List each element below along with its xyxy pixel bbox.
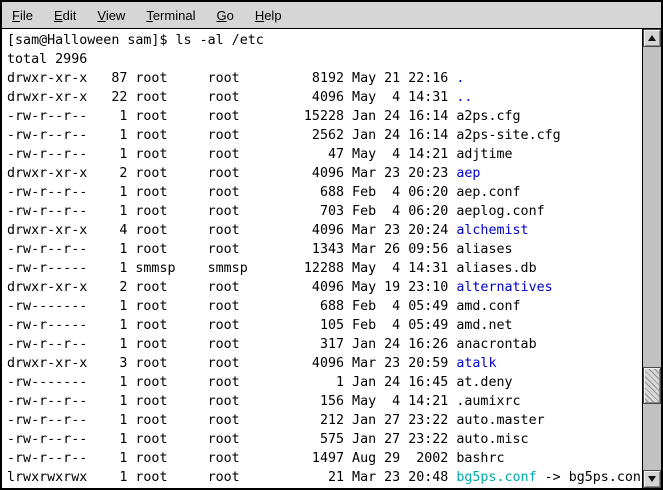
file-name: . [456, 71, 464, 86]
terminal-line: -rw------- 1 root root 688 Feb 4 05:49 a… [7, 297, 642, 316]
file-name: aeplog.conf [456, 204, 544, 219]
scrollbar-thumb[interactable] [643, 367, 661, 404]
terminal-line: -rw-r----- 1 smmsp smmsp 12288 May 4 14:… [7, 259, 642, 278]
terminal-line: -rw-r--r-- 1 root root 15228 Jan 24 16:1… [7, 107, 642, 126]
file-meta: -rw-r--r-- 1 root root 575 Jan 27 23:22 [7, 432, 456, 447]
terminal-line: drwxr-xr-x 3 root root 4096 Mar 23 20:59… [7, 354, 642, 373]
file-name: atalk [456, 356, 496, 371]
file-name: amd.conf [456, 299, 520, 314]
menu-bar: File Edit View Terminal Go Help [2, 2, 661, 29]
scrollbar [642, 29, 661, 488]
arrow-down-icon [648, 476, 656, 482]
terminal-line: drwxr-xr-x 22 root root 4096 May 4 14:31… [7, 88, 642, 107]
terminal-line: drwxr-xr-x 4 root root 4096 Mar 23 20:24… [7, 221, 642, 240]
file-meta: lrwxrwxrwx 1 root root 21 Mar 23 20:48 [7, 470, 456, 485]
file-meta: drwxr-xr-x 2 root root 4096 Mar 23 20:23 [7, 166, 456, 181]
file-name: at.deny [456, 375, 512, 390]
file-meta: -rw-r--r-- 1 root root 15228 Jan 24 16:1… [7, 109, 456, 124]
menu-item-go[interactable]: Go [216, 8, 233, 23]
terminal-line: -rw-r--r-- 1 root root 156 May 4 14:21 .… [7, 392, 642, 411]
file-meta: -rw-r----- 1 smmsp smmsp 12288 May 4 14:… [7, 261, 456, 276]
terminal-line: [sam@Halloween sam]$ ls -al /etc [7, 31, 642, 50]
terminal-line: lrwxrwxrwx 1 root root 21 Mar 23 20:48 b… [7, 468, 642, 487]
file-name: adjtime [456, 147, 512, 162]
terminal-line: drwxr-xr-x 87 root root 8192 May 21 22:1… [7, 69, 642, 88]
file-name: amd.net [456, 318, 512, 333]
menu-item-edit[interactable]: Edit [54, 8, 76, 23]
file-name: aliases.db [456, 261, 536, 276]
file-name: anacrontab [456, 337, 536, 352]
file-meta: -rw------- 1 root root 1 Jan 24 16:45 [7, 375, 456, 390]
terminal-line: -rw-r--r-- 1 root root 317 Jan 24 16:26 … [7, 335, 642, 354]
file-name: a2ps.cfg [456, 109, 520, 124]
terminal-output: [sam@Halloween sam]$ ls -al /etc total 29… [2, 29, 642, 487]
arrow-up-icon [648, 35, 656, 41]
terminal-line: -rw-r--r-- 1 root root 575 Jan 27 23:22 … [7, 430, 642, 449]
file-name: bashrc [456, 451, 504, 466]
file-meta: drwxr-xr-x 4 root root 4096 Mar 23 20:24 [7, 223, 456, 238]
terminal-line: -rw-r--r-- 1 root root 688 Feb 4 06:20 a… [7, 183, 642, 202]
terminal-screen[interactable]: [sam@Halloween sam]$ ls -al /etc total 29… [2, 29, 642, 488]
file-name: .. [456, 90, 472, 105]
terminal-line: -rw-r--r-- 1 root root 2562 Jan 24 16:14… [7, 126, 642, 145]
file-name: aep [456, 166, 480, 181]
file-name: .aumixrc [456, 394, 520, 409]
file-meta: -rw-r--r-- 1 root root 1497 Aug 29 2002 [7, 451, 456, 466]
terminal-window: File Edit View Terminal Go Help [sam@Hallowee… [0, 0, 663, 490]
file-meta: drwxr-xr-x 3 root root 4096 Mar 23 20:59 [7, 356, 456, 371]
file-meta: drwxr-xr-x 22 root root 4096 May 4 14:31 [7, 90, 456, 105]
file-meta: drwxr-xr-x 2 root root 4096 May 19 23:10 [7, 280, 456, 295]
file-name: alternatives [456, 280, 552, 295]
menu-item-help[interactable]: Help [255, 8, 282, 23]
terminal-line: drwxr-xr-x 2 root root 4096 Mar 23 20:23… [7, 164, 642, 183]
file-name: aliases [456, 242, 512, 257]
total-line: total 2996 [7, 52, 87, 67]
terminal-line: -rw-r--r-- 1 root root 1497 Aug 29 2002 … [7, 449, 642, 468]
file-meta: drwxr-xr-x 87 root root 8192 May 21 22:1… [7, 71, 456, 86]
file-meta: -rw------- 1 root root 688 Feb 4 05:49 [7, 299, 456, 314]
file-name: auto.master [456, 413, 544, 428]
link-target: -> bg5ps.conf [537, 470, 642, 485]
terminal-line: -rw-r--r-- 1 root root 47 May 4 14:21 ad… [7, 145, 642, 164]
terminal-line: -rw-r--r-- 1 root root 703 Feb 4 06:20 a… [7, 202, 642, 221]
file-meta: -rw-r--r-- 1 root root 47 May 4 14:21 [7, 147, 456, 162]
terminal-line: -rw-r--r-- 1 root root 1343 Mar 26 09:56… [7, 240, 642, 259]
file-name: alchemist [456, 223, 528, 238]
file-meta: -rw-r----- 1 root root 105 Feb 4 05:49 [7, 318, 456, 333]
file-meta: -rw-r--r-- 1 root root 703 Feb 4 06:20 [7, 204, 456, 219]
file-meta: -rw-r--r-- 1 root root 688 Feb 4 06:20 [7, 185, 456, 200]
file-name: a2ps-site.cfg [456, 128, 560, 143]
terminal-line: -rw------- 1 root root 1 Jan 24 16:45 at… [7, 373, 642, 392]
file-name: auto.misc [456, 432, 528, 447]
menu-item-terminal[interactable]: Terminal [146, 8, 195, 23]
prompt-line: [sam@Halloween sam]$ ls -al /etc [7, 33, 264, 48]
terminal-line: total 2996 [7, 50, 642, 69]
scroll-up-button[interactable] [643, 29, 661, 47]
scroll-down-button[interactable] [643, 470, 661, 488]
file-name: bg5ps.conf [456, 470, 536, 485]
menu-item-view[interactable]: View [97, 8, 125, 23]
file-meta: -rw-r--r-- 1 root root 212 Jan 27 23:22 [7, 413, 456, 428]
scrollbar-track[interactable] [643, 47, 661, 470]
terminal-line: -rw-r--r-- 1 root root 212 Jan 27 23:22 … [7, 411, 642, 430]
window-content: [sam@Halloween sam]$ ls -al /etc total 29… [2, 29, 661, 488]
menu-item-file[interactable]: File [12, 8, 33, 23]
file-meta: -rw-r--r-- 1 root root 156 May 4 14:21 [7, 394, 456, 409]
file-meta: -rw-r--r-- 1 root root 2562 Jan 24 16:14 [7, 128, 456, 143]
file-meta: -rw-r--r-- 1 root root 1343 Mar 26 09:56 [7, 242, 456, 257]
file-meta: -rw-r--r-- 1 root root 317 Jan 24 16:26 [7, 337, 456, 352]
terminal-line: drwxr-xr-x 2 root root 4096 May 19 23:10… [7, 278, 642, 297]
terminal-line: -rw-r----- 1 root root 105 Feb 4 05:49 a… [7, 316, 642, 335]
file-name: aep.conf [456, 185, 520, 200]
